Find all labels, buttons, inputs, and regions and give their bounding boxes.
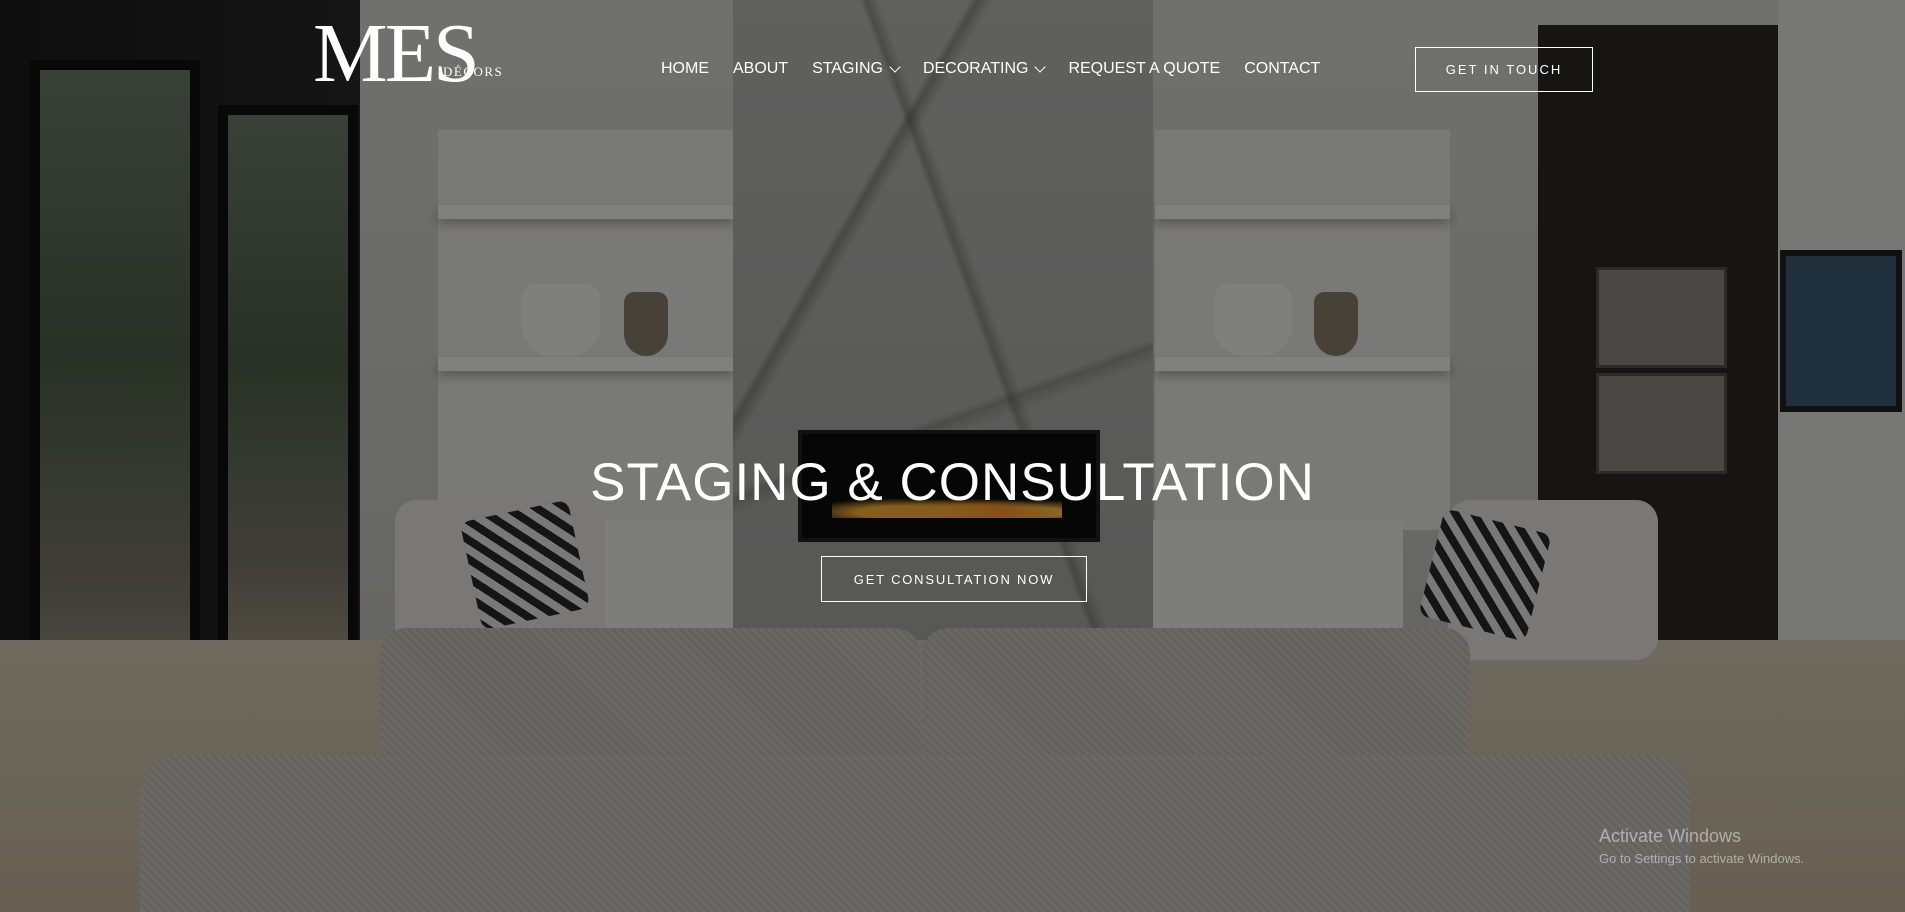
nav-contact-label: CONTACT	[1244, 60, 1321, 77]
nav-about[interactable]: ABOUT	[733, 60, 788, 78]
hero-title: STAGING & CONSULTATION	[590, 453, 1315, 512]
nav-request-quote[interactable]: REQUEST A QUOTE	[1068, 60, 1220, 78]
nav-request-quote-label: REQUEST A QUOTE	[1068, 60, 1221, 77]
get-consultation-button[interactable]: GET CONSULTATION NOW	[821, 556, 1087, 602]
get-consultation-label: GET CONSULTATION NOW	[853, 571, 1055, 587]
watermark-title: Activate Windows	[1599, 826, 1742, 846]
logo-subtitle: DÉCORS	[443, 64, 504, 79]
nav-contact[interactable]: CONTACT	[1244, 60, 1320, 78]
activate-windows-watermark: Activate Windows Go to Settings to activ…	[1599, 826, 1804, 866]
nav-decorating[interactable]: DECORATING	[922, 60, 1047, 78]
logo-wordmark: MES	[313, 7, 480, 100]
site-header: MES DÉCORS HOME ABOUT STAGING DECORATING…	[0, 0, 1905, 140]
chevron-down-icon	[1034, 60, 1047, 73]
nav-staging-label: STAGING	[812, 60, 883, 77]
nav-about-label: ABOUT	[733, 60, 789, 77]
nav-home[interactable]: HOME	[661, 60, 709, 78]
get-in-touch-button[interactable]: GET IN TOUCH	[1415, 47, 1593, 92]
watermark-subtitle: Go to Settings to activate Windows.	[1599, 851, 1805, 866]
site-logo[interactable]: MES DÉCORS	[313, 12, 504, 102]
get-in-touch-label: GET IN TOUCH	[1445, 62, 1563, 77]
nav-decorating-label: DECORATING	[922, 60, 1029, 77]
main-nav: HOME ABOUT STAGING DECORATING REQUEST A …	[661, 60, 1344, 78]
nav-staging[interactable]: STAGING	[812, 60, 901, 78]
chevron-down-icon	[889, 60, 901, 73]
nav-home-label: HOME	[661, 60, 709, 77]
